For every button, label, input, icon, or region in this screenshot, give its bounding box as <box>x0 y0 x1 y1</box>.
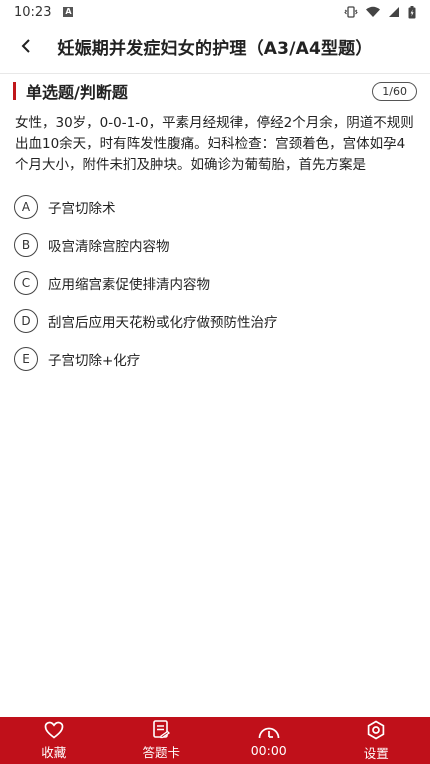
option-a[interactable]: A 子宫切除术 <box>14 188 418 226</box>
favorite-button[interactable]: 收藏 <box>0 717 108 764</box>
timer-label: 00:00 <box>250 742 287 758</box>
section-accent-bar <box>13 82 16 100</box>
option-b[interactable]: B 吸宫清除宫腔内容物 <box>14 226 418 264</box>
option-text: 应用缩宫素促使排清内容物 <box>48 277 210 293</box>
answer-card-icon <box>153 720 171 739</box>
app-header: 妊娠期并发症妇女的护理（A3/A4型题） <box>0 24 430 68</box>
option-letter-badge: A <box>14 195 38 219</box>
answer-card-label: 答题卡 <box>142 745 180 760</box>
wifi-icon <box>366 6 380 17</box>
bottom-toolbar: 收藏 答题卡 00:00 设置 <box>0 717 430 764</box>
chevron-left-icon <box>21 39 30 53</box>
answer-card-button[interactable]: 答题卡 <box>108 717 216 764</box>
option-letter-badge: C <box>14 271 38 295</box>
settings-label: 设置 <box>363 745 389 761</box>
option-letter-badge: B <box>14 233 38 257</box>
vibrate-icon <box>344 6 358 18</box>
status-time: 10:23 <box>14 4 52 20</box>
status-bar: 10:23 A <box>0 0 430 24</box>
back-button[interactable] <box>14 34 38 58</box>
question-text: 女性，30岁，0-0-1-0，平素月经规律，停经2个月余，阴道不规则出血10余天… <box>15 115 414 173</box>
page-title: 妊娠期并发症妇女的护理（A3/A4型题） <box>57 38 373 59</box>
option-letter-badge: E <box>14 347 38 371</box>
option-text: 吸宫清除宫腔内容物 <box>48 239 170 255</box>
settings-hexagon-icon <box>368 720 385 739</box>
option-e[interactable]: E 子宫切除+化疗 <box>14 340 418 378</box>
option-text: 子宫切除+化疗 <box>48 353 141 369</box>
favorite-label: 收藏 <box>41 744 67 760</box>
timer-gauge-icon <box>258 727 280 738</box>
options-list: A 子宫切除术 B 吸宫清除宫腔内容物 C 应用缩宫素促使排清内容物 D 刮宫后… <box>14 188 418 378</box>
signal-icon <box>389 7 399 17</box>
option-d[interactable]: D 刮宫后应用天花粉或化疗做预防性治疗 <box>14 302 418 340</box>
section-header: 单选题/判断题 1/60 <box>13 80 417 102</box>
settings-button[interactable]: 设置 <box>323 717 430 764</box>
option-letter-badge: D <box>14 309 38 333</box>
question-progress-badge: 1/60 <box>372 81 417 101</box>
battery-icon <box>408 5 416 18</box>
notification-a-icon: A <box>63 7 74 17</box>
option-text: 刮宫后应用天花粉或化疗做预防性治疗 <box>48 315 278 331</box>
status-icons <box>344 5 416 19</box>
header-divider <box>0 73 430 74</box>
heart-icon <box>44 721 64 739</box>
option-text: 子宫切除术 <box>48 201 116 217</box>
timer-button[interactable]: 00:00 <box>215 717 323 764</box>
option-c[interactable]: C 应用缩宫素促使排清内容物 <box>14 264 418 302</box>
screen: 10:23 A 妊娠期并发症妇女的护理（A3/A4型题） 单选题/判断题 1/6… <box>0 0 430 764</box>
section-title: 单选题/判断题 <box>26 83 128 102</box>
